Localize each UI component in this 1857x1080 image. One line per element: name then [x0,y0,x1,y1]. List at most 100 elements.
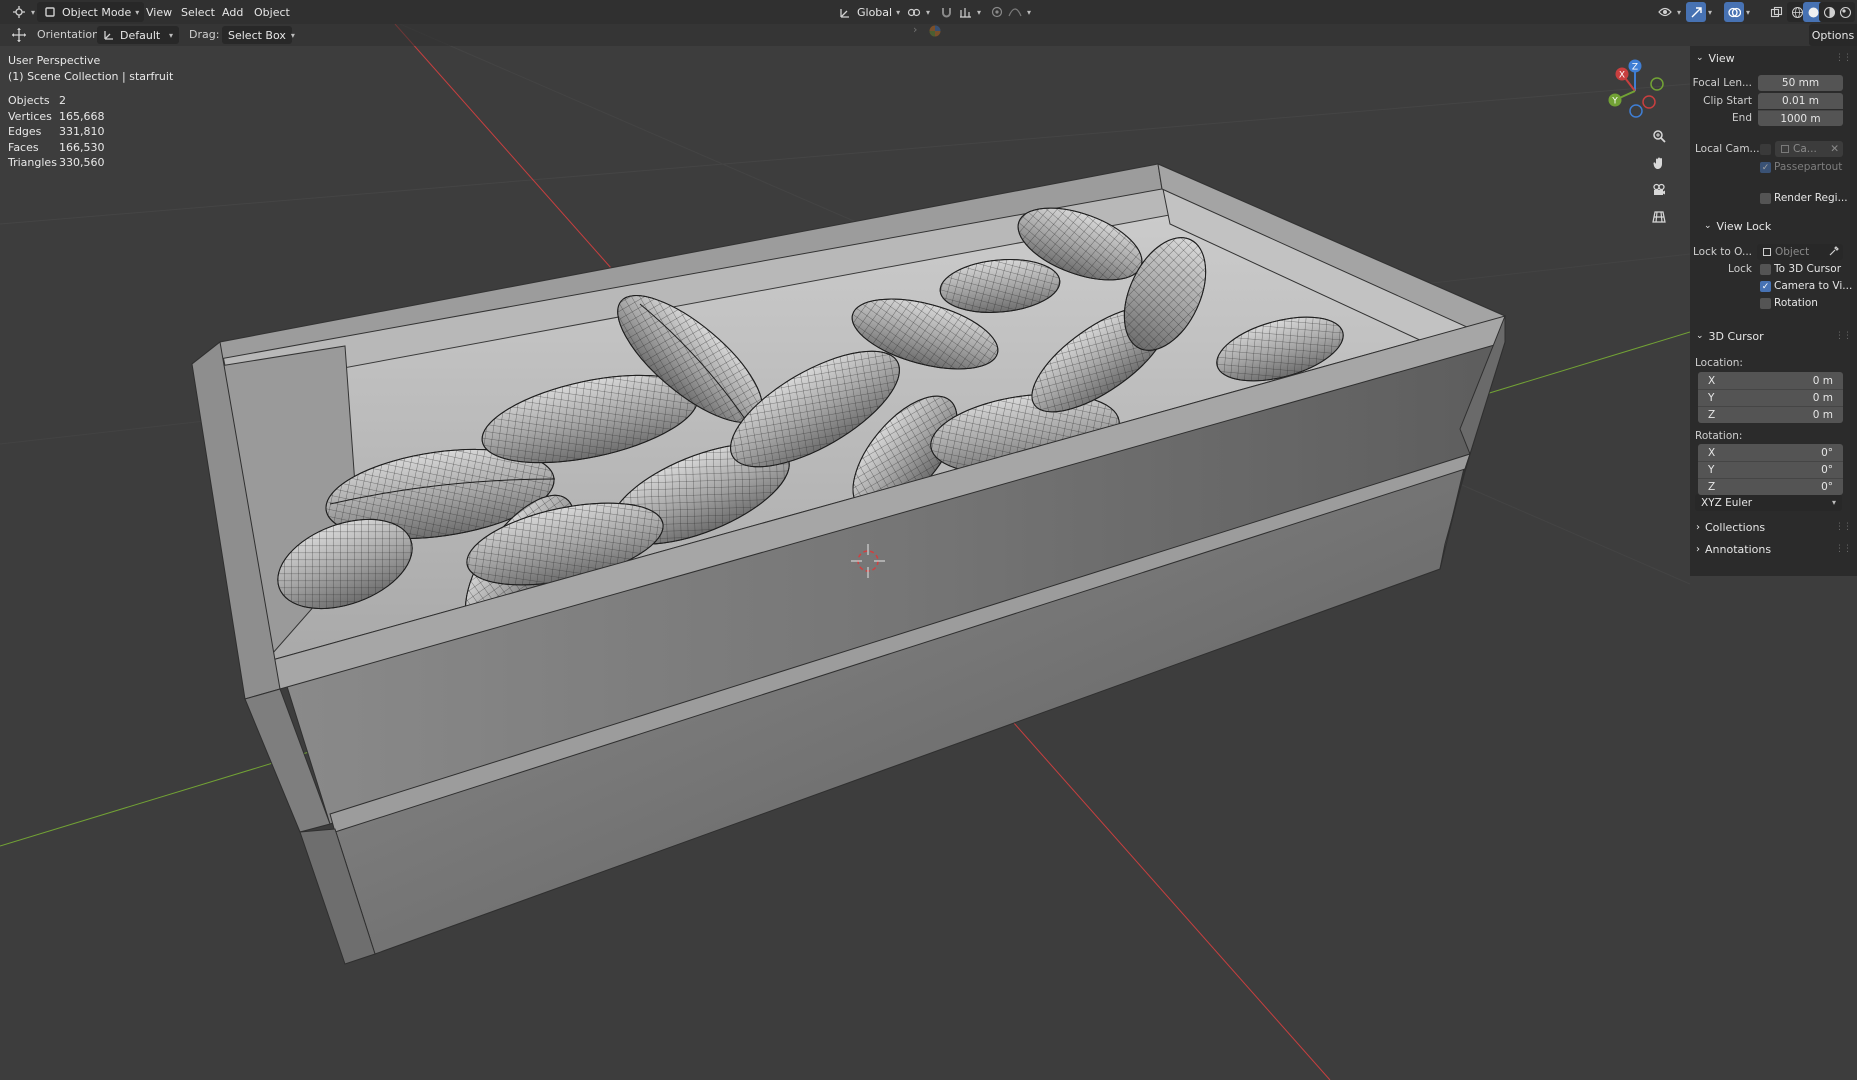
xray-toggle[interactable] [1766,2,1786,22]
local-camera-value: Ca... [1793,143,1817,155]
drag-handle-icon[interactable]: ⋮⋮ [1835,544,1852,554]
view-lock-title: View Lock [1716,219,1772,233]
chevron-down-icon: ▾ [1746,7,1751,17]
navigation-gizmo[interactable]: Z X Y [1598,54,1672,128]
scene-statistics: Objects 2 Vertices 165,668 Edges 331,810 Fa… [8,93,105,171]
passepartout-label: Passepartout [1774,161,1843,173]
gizmo-z-label: Z [1632,63,1638,73]
perspective-toggle-button[interactable] [1647,207,1671,231]
menu-add[interactable]: Add [217,2,248,22]
menu-view[interactable]: View [141,2,177,22]
axis-value: 0° [1821,446,1833,459]
drag-handle-icon[interactable]: ⋮⋮ [1835,53,1852,63]
view-lock-panel-header[interactable]: ⌄ View Lock [1690,216,1857,236]
overlays-toggle[interactable] [1724,2,1744,22]
collections-panel-header[interactable]: › Collections ⋮⋮ [1690,517,1857,537]
orientation-dropdown[interactable]: Default ▾ [97,26,179,44]
render-region-checkbox[interactable] [1760,193,1771,204]
clip-start-label: Clip Start [1703,95,1752,107]
focal-length-field[interactable]: 50 mm [1758,75,1843,91]
clip-end-field[interactable]: 1000 m [1758,110,1843,126]
cursor-rotation-y-field[interactable]: Y 0° [1698,461,1843,478]
xray-icon [1768,4,1784,20]
gizmo-toggle[interactable] [1686,2,1706,22]
eyedropper-icon[interactable] [1829,245,1843,259]
view-panel-title: View [1708,51,1735,65]
rotation-mode-dropdown[interactable]: XYZ Euler ▾ [1695,494,1842,511]
render-region-label: Render Regi... [1774,192,1848,204]
neg-z-axis-handle[interactable] [1629,104,1643,118]
drag-handle-icon[interactable]: ⋮⋮ [1835,522,1852,532]
axis-value: 0 m [1812,374,1833,387]
orientation-label: Orientation: [37,28,103,41]
chevron-down-icon: ▾ [1708,7,1713,17]
proportional-falloff-dropdown[interactable]: ▾ [1002,2,1036,22]
collections-title: Collections [1705,520,1766,534]
cursor-location-y-field[interactable]: Y 0 m [1698,389,1843,406]
chevron-down-icon: ⌄ [1704,221,1712,231]
3d-viewport[interactable]: User Perspective (1) Scene Collection | … [0,24,1690,1080]
transform-tool-icon [11,27,27,43]
object-mode-icon [42,4,58,20]
zoom-button[interactable] [1647,126,1671,150]
options-button[interactable]: Options [1809,24,1857,46]
pivot-point-dropdown[interactable]: ▾ [901,2,935,22]
passepartout-checkbox[interactable]: ✓ [1760,162,1771,173]
tool-settings-bar: Orientation: Default ▾ Drag: Select Box … [0,24,1857,46]
camera-object-icon [1781,145,1789,153]
view-panel-header[interactable]: ⌄ View ⋮⋮ [1690,48,1857,68]
editor-type-button[interactable]: ▾ [6,2,40,22]
axis-label: Y [1708,392,1715,404]
shading-rendered[interactable] [1835,2,1855,22]
viewport-info: User Perspective (1) Scene Collection | … [8,53,173,84]
camera-view-button[interactable] [1647,180,1671,204]
chevron-down-icon: ▾ [926,7,931,17]
axis-label: Y [1708,464,1715,476]
transform-orientation-dropdown[interactable]: Global ▾ [832,2,905,22]
3d-cursor-panel-header[interactable]: ⌄ 3D Cursor ⋮⋮ [1690,326,1857,346]
neg-y-axis-handle[interactable] [1650,77,1664,91]
clip-start-field[interactable]: 0.01 m [1758,93,1843,109]
snap-increment-icon [957,4,973,20]
cursor-location-x-field[interactable]: X 0 m [1698,372,1843,389]
camera-icon [1652,183,1666,201]
camera-to-view-checkbox[interactable]: ✓ [1760,281,1771,292]
chevron-right-icon: › [1696,543,1700,555]
mode-dropdown[interactable]: Object Mode ▾ [37,2,145,22]
menu-select[interactable]: Select [176,2,220,22]
rotation-mode-value: XYZ Euler [1701,496,1753,509]
lock-to-object-field[interactable]: Object [1757,244,1843,260]
snap-target-dropdown[interactable]: ▾ [952,2,986,22]
stat-row: Edges 331,810 [8,124,105,140]
cursor-location-label: Location: [1695,357,1743,369]
overlays-dropdown[interactable]: ▾ [1744,2,1752,22]
gizmo-x-label: X [1619,71,1625,81]
cursor-rotation-x-field[interactable]: X 0° [1698,444,1843,461]
cursor-location-z-field[interactable]: Z 0 m [1698,406,1843,423]
drag-handle-icon[interactable]: ⋮⋮ [1835,331,1852,341]
lock-rotation-checkbox[interactable] [1760,298,1771,309]
neg-x-axis-handle[interactable] [1642,95,1656,109]
visibility-dropdown[interactable]: ▾ [1652,2,1686,22]
close-icon[interactable]: ✕ [1830,143,1843,155]
orientation-label: Global [857,5,893,19]
lock-to-3d-cursor-checkbox[interactable] [1760,264,1771,275]
local-camera-field[interactable]: Ca... ✕ [1775,141,1843,157]
lock-to-3d-cursor-label: To 3D Cursor [1774,263,1842,275]
drag-value: Select Box [228,28,286,42]
lock-rotation-label: Rotation [1774,297,1818,309]
chevron-down-icon: ▾ [1027,7,1032,17]
falloff-curve-icon [1007,4,1023,20]
orientation-icon [837,4,853,20]
local-camera-checkbox[interactable] [1760,144,1771,155]
stat-label: Objects [8,94,50,107]
drag-dropdown[interactable]: Select Box ▾ [222,26,295,44]
chevron-down-icon: ▾ [135,7,140,17]
gizmo-options-dropdown[interactable]: ▾ [1706,2,1714,22]
pivot-icon [906,4,922,20]
menu-object[interactable]: Object [249,2,295,22]
pan-button[interactable] [1647,153,1671,177]
annotations-panel-header[interactable]: › Annotations ⋮⋮ [1690,539,1857,559]
clip-end-label: End [1732,112,1752,124]
cursor-rotation-z-field[interactable]: Z 0° [1698,478,1843,495]
